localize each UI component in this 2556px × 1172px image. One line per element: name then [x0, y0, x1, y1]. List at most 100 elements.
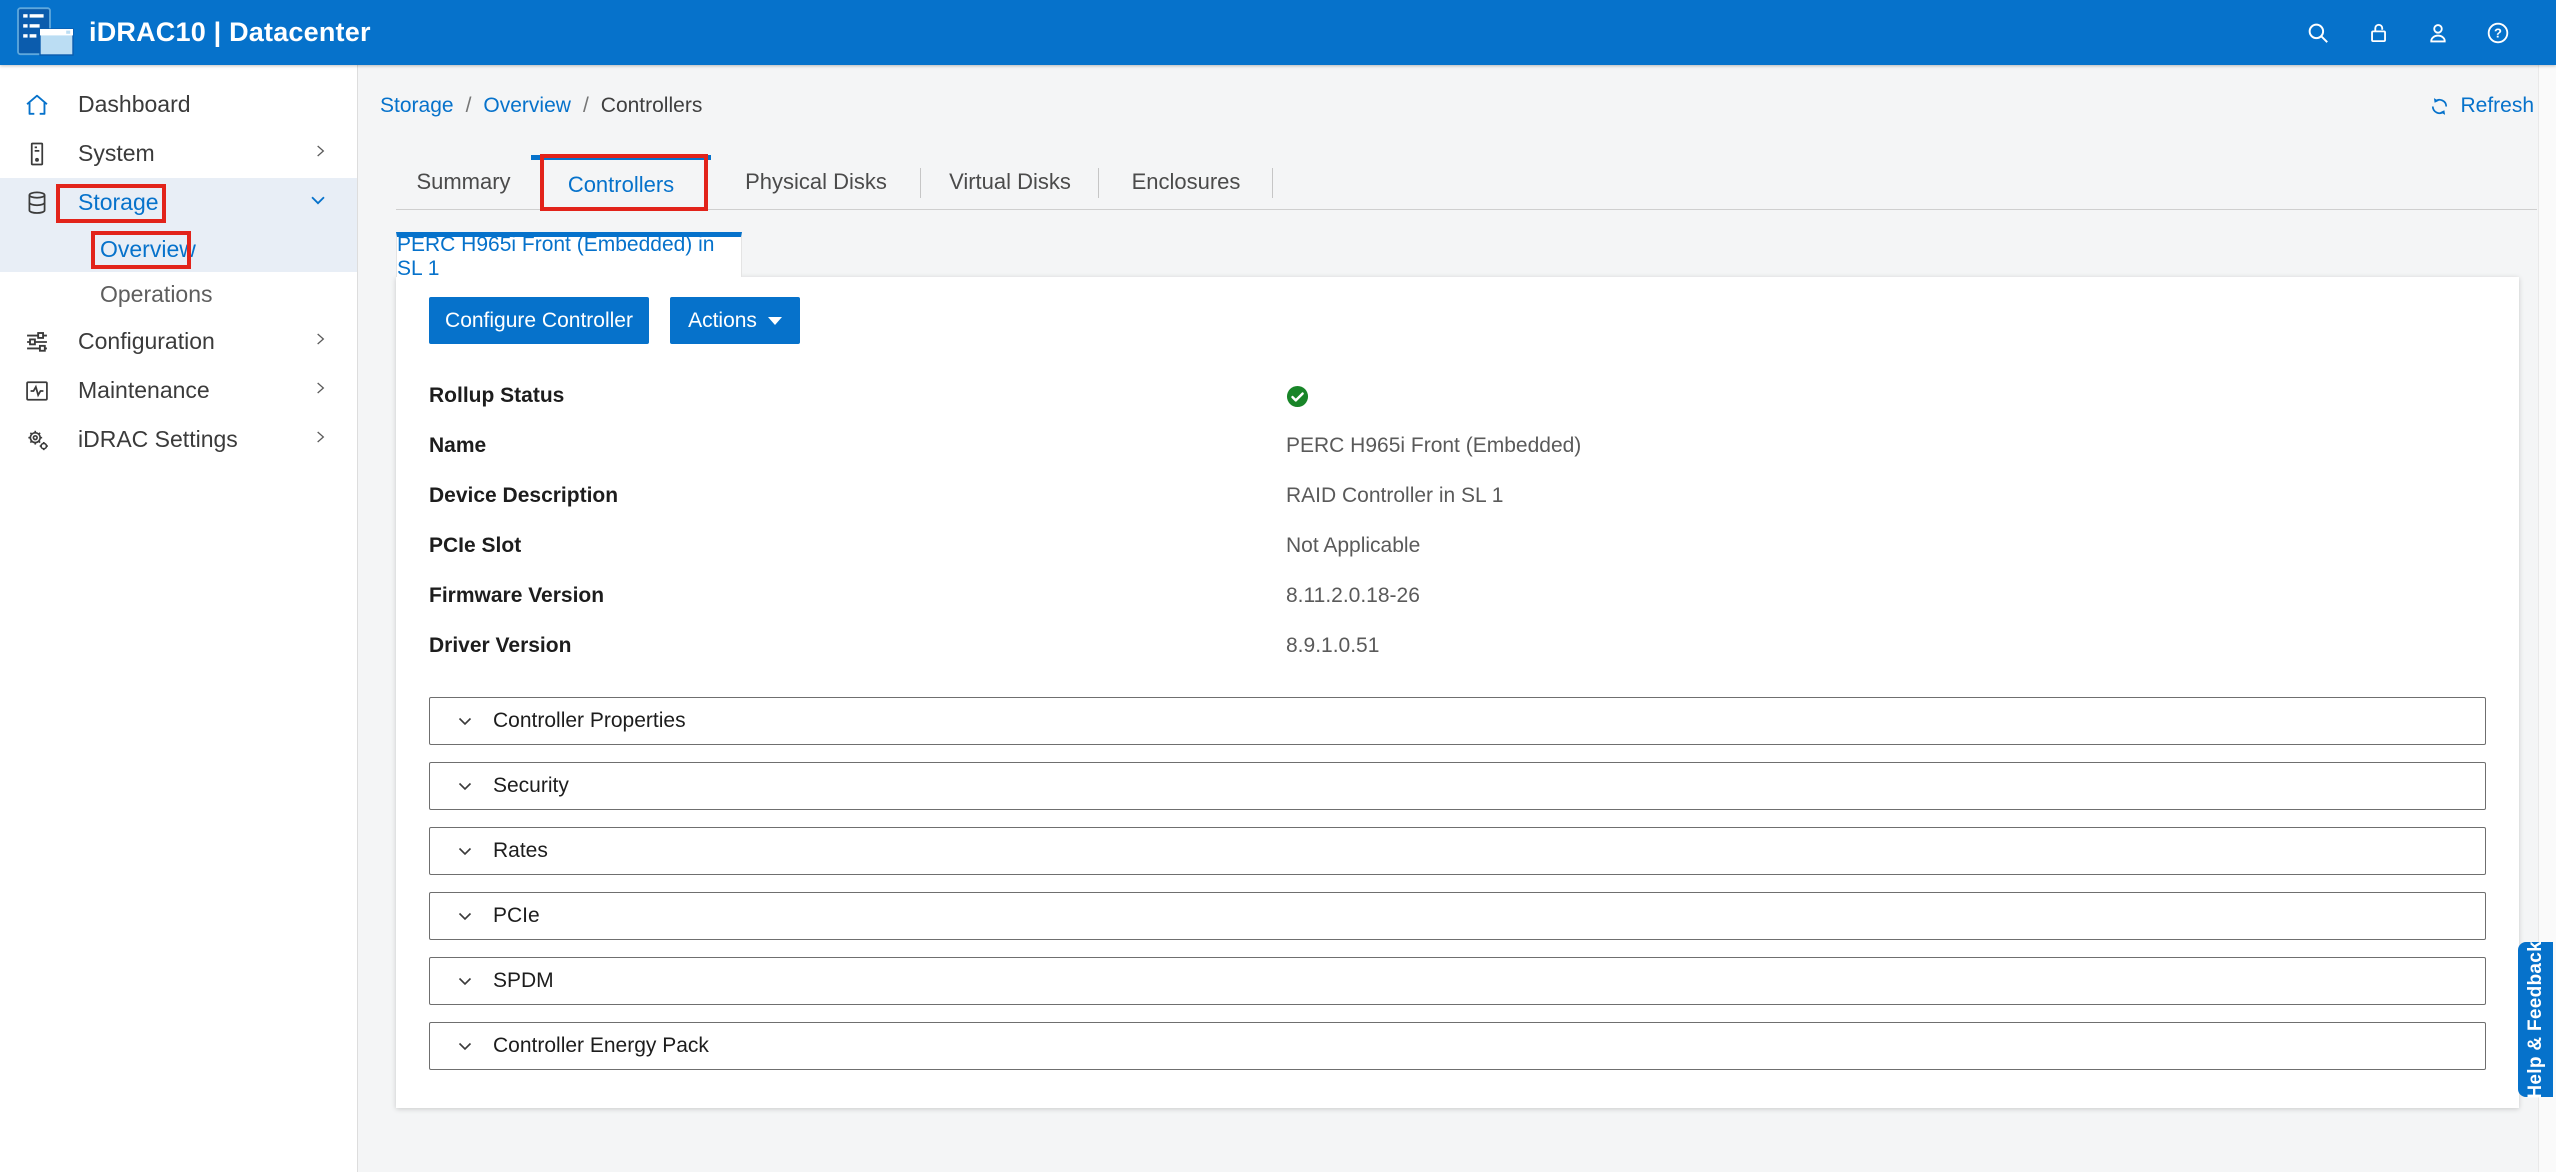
- detail-label: Device Description: [429, 484, 1286, 508]
- refresh-icon: [2428, 95, 2451, 118]
- accordion-spdm[interactable]: SPDM: [429, 957, 2486, 1005]
- accordion-label: Controller Energy Pack: [493, 1034, 709, 1058]
- accordion-label: PCIe: [493, 904, 540, 928]
- sidebar-item-maintenance[interactable]: Maintenance: [0, 366, 357, 415]
- sidebar-item-label: System: [78, 140, 155, 167]
- detail-row-device-description: Device Description RAID Controller in SL…: [429, 471, 2486, 521]
- chevron-down-icon: [455, 776, 475, 796]
- tab-enclosures[interactable]: Enclosures: [1099, 155, 1273, 209]
- accordion-pcie[interactable]: PCIe: [429, 892, 2486, 940]
- sidebar-item-label: iDRAC Settings: [78, 426, 238, 453]
- accordion-label: Rates: [493, 839, 548, 863]
- accordion-list: Controller Properties Security Rates PCI…: [429, 697, 2486, 1070]
- detail-row-name: Name PERC H965i Front (Embedded): [429, 421, 2486, 471]
- sidebar-item-idrac-settings[interactable]: iDRAC Settings: [0, 415, 357, 464]
- breadcrumb-overview[interactable]: Overview: [483, 94, 571, 118]
- lock-icon[interactable]: [2365, 20, 2391, 46]
- server-icon: [22, 140, 52, 168]
- detail-row-firmware-version: Firmware Version 8.11.2.0.18-26: [429, 571, 2486, 621]
- chevron-down-icon: [307, 189, 329, 217]
- top-bar: iDRAC10 | Datacenter ?: [0, 0, 2556, 65]
- accordion-rates[interactable]: Rates: [429, 827, 2486, 875]
- controller-subtab-row: PERC H965i Front (Embedded) in SL 1: [396, 232, 2537, 277]
- detail-label: PCIe Slot: [429, 534, 1286, 558]
- tab-summary[interactable]: Summary: [396, 155, 531, 209]
- storage-active-group: Storage Overview: [0, 178, 357, 272]
- detail-label: Firmware Version: [429, 584, 1286, 608]
- content-header: Storage / Overview / Controllers Refresh: [358, 65, 2556, 120]
- detail-label: Rollup Status: [429, 384, 1286, 408]
- sidebar-item-label: Overview: [100, 236, 196, 263]
- detail-value: Not Applicable: [1286, 534, 1420, 558]
- tab-perc-controller[interactable]: PERC H965i Front (Embedded) in SL 1: [396, 232, 742, 277]
- accordion-label: SPDM: [493, 969, 554, 993]
- detail-value: RAID Controller in SL 1: [1286, 484, 1503, 508]
- sidebar-item-label: Maintenance: [78, 377, 210, 404]
- gears-icon: [22, 426, 52, 454]
- breadcrumb-separator: /: [466, 94, 472, 118]
- chevron-right-icon: [312, 327, 329, 357]
- accordion-controller-energy-pack[interactable]: Controller Energy Pack: [429, 1022, 2486, 1070]
- tab-virtual-disks[interactable]: Virtual Disks: [921, 155, 1099, 209]
- sidebar: Dashboard System Storage: [0, 65, 358, 1172]
- caret-down-icon: [768, 317, 782, 325]
- refresh-button[interactable]: Refresh: [2428, 94, 2534, 118]
- chevron-down-icon: [455, 711, 475, 731]
- sidebar-item-system[interactable]: System: [0, 129, 357, 178]
- app-title: iDRAC10 | Datacenter: [89, 17, 371, 48]
- chevron-right-icon: [312, 376, 329, 406]
- detail-label: Name: [429, 434, 1286, 458]
- breadcrumb: Storage / Overview / Controllers: [380, 94, 702, 118]
- breadcrumb-storage[interactable]: Storage: [380, 94, 454, 118]
- detail-row-driver-version: Driver Version 8.9.1.0.51: [429, 621, 2486, 671]
- svg-text:?: ?: [2494, 25, 2502, 40]
- controller-actions-row: Configure Controller Actions: [429, 297, 2486, 344]
- sidebar-item-configuration[interactable]: Configuration: [0, 317, 357, 366]
- user-icon[interactable]: [2425, 20, 2451, 46]
- sidebar-item-label: Storage: [78, 189, 159, 216]
- controller-panel: Configure Controller Actions Rollup Stat…: [396, 277, 2519, 1108]
- detail-value: 8.9.1.0.51: [1286, 634, 1379, 658]
- controller-details: Rollup Status Name PERC H965i Front (Emb…: [429, 371, 2486, 671]
- tab-controllers[interactable]: Controllers: [531, 155, 711, 209]
- configure-controller-button[interactable]: Configure Controller: [429, 297, 649, 344]
- monitor-pulse-icon: [22, 377, 52, 405]
- help-feedback-label: Help & Feedback: [2525, 941, 2547, 1099]
- database-icon: [22, 189, 52, 217]
- detail-label: Driver Version: [429, 634, 1286, 658]
- sidebar-item-storage[interactable]: Storage: [0, 178, 357, 227]
- chevron-down-icon: [455, 841, 475, 861]
- chevron-down-icon: [455, 1036, 475, 1056]
- idrac-logo-icon: [16, 7, 76, 59]
- accordion-security[interactable]: Security: [429, 762, 2486, 810]
- refresh-label: Refresh: [2460, 94, 2534, 118]
- detail-value: PERC H965i Front (Embedded): [1286, 434, 1581, 458]
- detail-row-pcie-slot: PCIe Slot Not Applicable: [429, 521, 2486, 571]
- sidebar-item-label: Configuration: [78, 328, 215, 355]
- tab-physical-disks[interactable]: Physical Disks: [711, 155, 921, 209]
- main-content: Storage / Overview / Controllers Refresh…: [358, 65, 2556, 1172]
- breadcrumb-controllers: Controllers: [601, 94, 703, 118]
- help-feedback-tab[interactable]: Help & Feedback: [2518, 942, 2553, 1097]
- header-icon-group: ?: [2305, 20, 2511, 46]
- search-icon[interactable]: [2305, 20, 2331, 46]
- actions-dropdown-button[interactable]: Actions: [670, 297, 800, 344]
- chevron-right-icon: [312, 139, 329, 169]
- actions-dropdown-label: Actions: [688, 309, 757, 333]
- sidebar-item-operations[interactable]: Operations: [0, 272, 357, 317]
- tab-bar: Summary Controllers Physical Disks Virtu…: [396, 155, 2537, 210]
- chevron-down-icon: [455, 971, 475, 991]
- detail-row-rollup-status: Rollup Status: [429, 371, 2486, 421]
- sidebar-item-dashboard[interactable]: Dashboard: [0, 80, 357, 129]
- chevron-right-icon: [312, 425, 329, 455]
- accordion-label: Controller Properties: [493, 709, 686, 733]
- chevron-down-icon: [455, 906, 475, 926]
- sliders-icon: [22, 328, 52, 356]
- sidebar-item-label: Operations: [100, 281, 213, 308]
- home-icon: [22, 91, 52, 119]
- status-ok-icon: [1286, 385, 1309, 408]
- help-icon[interactable]: ?: [2485, 20, 2511, 46]
- sidebar-item-overview[interactable]: Overview: [0, 227, 357, 272]
- accordion-controller-properties[interactable]: Controller Properties: [429, 697, 2486, 745]
- accordion-label: Security: [493, 774, 569, 798]
